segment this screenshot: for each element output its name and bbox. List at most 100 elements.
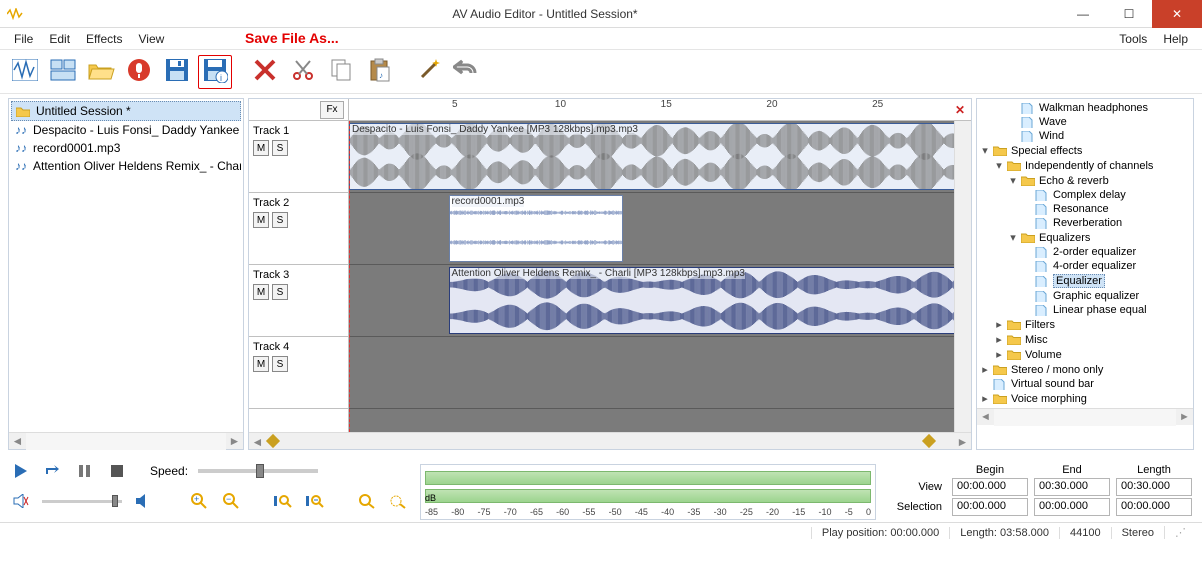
pause-button[interactable] (74, 460, 96, 482)
tree-item[interactable]: Complex delay (979, 188, 1191, 202)
close-track-view[interactable]: ✕ (955, 103, 965, 117)
copy-button[interactable] (324, 55, 358, 89)
tree-folder[interactable]: ▸Stereo / mono only (979, 362, 1191, 377)
tree-item[interactable]: Equalizer (979, 273, 1191, 289)
open-button[interactable] (84, 55, 118, 89)
disclosure-triangle-icon[interactable]: ▾ (981, 144, 989, 157)
save-button[interactable] (160, 55, 194, 89)
disclosure-triangle-icon[interactable]: ▾ (1009, 174, 1017, 187)
tree-item[interactable]: Linear phase equal (979, 303, 1191, 317)
disclosure-triangle-icon[interactable]: ▾ (1009, 231, 1017, 244)
track-head[interactable]: Track 4MS (249, 337, 348, 409)
zoom-in-button[interactable]: + (188, 490, 210, 512)
solo-toggle[interactable]: S (272, 212, 288, 228)
tracks-vscroll[interactable] (954, 121, 971, 432)
tile-windows-button[interactable] (46, 55, 80, 89)
zoom-selection-in-button[interactable] (272, 490, 294, 512)
mute-toggle[interactable]: M (253, 212, 269, 228)
tree-folder[interactable]: ▸Filters (979, 317, 1191, 332)
solo-toggle[interactable]: S (272, 284, 288, 300)
mute-toggle[interactable]: M (253, 140, 269, 156)
menu-tools[interactable]: Tools (1111, 30, 1155, 48)
time-field[interactable]: 00:30.000 (1116, 478, 1192, 496)
tree-item[interactable]: Resonance (979, 202, 1191, 216)
time-field[interactable]: 00:00.000 (1034, 498, 1110, 516)
tree-folder[interactable]: ▾Special effects (979, 143, 1191, 158)
tree-item[interactable]: Wave (979, 115, 1191, 129)
solo-toggle[interactable]: S (272, 140, 288, 156)
save-as-button[interactable]: i (198, 55, 232, 89)
session-item[interactable]: ♪♪Attention Oliver Heldens Remix_ - Char… (11, 157, 241, 175)
tree-item[interactable]: Reverberation (979, 216, 1191, 230)
tracks-canvas[interactable]: Despacito - Luis Fonsi_ Daddy Yankee [MP… (349, 121, 971, 432)
zoom-fit-button[interactable] (356, 490, 378, 512)
new-session-button[interactable] (8, 55, 42, 89)
track-head[interactable]: Track 1MS (249, 121, 348, 193)
solo-toggle[interactable]: S (272, 356, 288, 372)
stop-button[interactable] (106, 460, 128, 482)
disclosure-triangle-icon[interactable]: ▸ (995, 318, 1003, 331)
disclosure-triangle-icon[interactable]: ▸ (995, 348, 1003, 361)
tree-item[interactable]: Walkman headphones (979, 101, 1191, 115)
tree-folder[interactable]: ▾Independently of channels (979, 158, 1191, 173)
record-button[interactable] (122, 55, 156, 89)
mute-toggle[interactable]: M (253, 284, 269, 300)
marker-start-icon[interactable] (266, 434, 280, 448)
zoom-out-button[interactable]: − (220, 490, 242, 512)
delete-button[interactable] (248, 55, 282, 89)
play-button[interactable] (10, 460, 32, 482)
menu-edit[interactable]: Edit (41, 30, 78, 48)
speed-slider[interactable] (198, 469, 318, 473)
clip-track2[interactable]: record0001.mp3 (449, 195, 623, 262)
menu-file[interactable]: File (6, 30, 41, 48)
disclosure-triangle-icon[interactable]: ▾ (995, 159, 1003, 172)
track-head[interactable]: Track 2MS (249, 193, 348, 265)
mute-toggle[interactable]: M (253, 356, 269, 372)
time-field[interactable]: 00:30.000 (1034, 478, 1110, 496)
tree-item[interactable]: Virtual sound bar (979, 377, 1191, 391)
cut-button[interactable] (286, 55, 320, 89)
time-field[interactable]: 00:00.000 (1116, 498, 1192, 516)
menu-help[interactable]: Help (1155, 30, 1196, 48)
session-hscroll[interactable]: ◄► (9, 432, 243, 449)
mute-button[interactable] (10, 490, 32, 512)
tree-item[interactable]: Wind (979, 129, 1191, 143)
disclosure-triangle-icon[interactable]: ▸ (981, 363, 989, 376)
close-button[interactable]: ✕ (1152, 0, 1202, 28)
tree-folder[interactable]: ▸Volume (979, 347, 1191, 362)
tree-item[interactable]: 2-order equalizer (979, 245, 1191, 259)
loop-button[interactable] (42, 460, 64, 482)
tree-folder[interactable]: ▾Equalizers (979, 230, 1191, 245)
maximize-button[interactable]: ☐ (1106, 0, 1152, 28)
zoom-reset-button[interactable] (388, 490, 410, 512)
menu-view[interactable]: View (131, 30, 173, 48)
tree-item[interactable]: Graphic equalizer (979, 289, 1191, 303)
session-item[interactable]: ♪♪record0001.mp3 (11, 139, 241, 157)
paste-button[interactable]: ♪ (362, 55, 396, 89)
menu-effects[interactable]: Effects (78, 30, 130, 48)
session-header[interactable]: Untitled Session * (11, 101, 241, 121)
zoom-selection-out-button[interactable] (304, 490, 326, 512)
track-head[interactable]: Track 3MS (249, 265, 348, 337)
disclosure-triangle-icon[interactable]: ▸ (981, 392, 989, 405)
tree-folder[interactable]: ▾Echo & reverb (979, 173, 1191, 188)
fx-button[interactable]: Fx (320, 101, 344, 119)
clip-track1[interactable]: Despacito - Luis Fonsi_ Daddy Yankee [MP… (349, 123, 971, 190)
resize-grip-icon[interactable]: ⋰ (1164, 526, 1196, 539)
marker-end-icon[interactable] (922, 434, 936, 448)
tree-item[interactable]: 4-order equalizer (979, 259, 1191, 273)
disclosure-triangle-icon[interactable]: ▸ (995, 333, 1003, 346)
clip-track3[interactable]: Attention Oliver Heldens Remix_ - Charli… (449, 267, 971, 334)
tracks-hscroll[interactable]: ◄ ► (249, 432, 971, 449)
session-item[interactable]: ♪♪Despacito - Luis Fonsi_ Daddy Yankee (11, 121, 241, 139)
tree-hscroll[interactable]: ◄► (977, 408, 1193, 425)
playhead[interactable] (349, 121, 350, 432)
time-field[interactable]: 00:00.000 (952, 498, 1028, 516)
time-ruler[interactable]: 5 10 15 20 25 (349, 99, 971, 120)
effects-wand-button[interactable] (412, 55, 446, 89)
minimize-button[interactable]: — (1060, 0, 1106, 28)
time-field[interactable]: 00:00.000 (952, 478, 1028, 496)
undo-button[interactable] (450, 55, 484, 89)
tree-folder[interactable]: ▸Misc (979, 332, 1191, 347)
volume-slider[interactable] (42, 500, 122, 503)
